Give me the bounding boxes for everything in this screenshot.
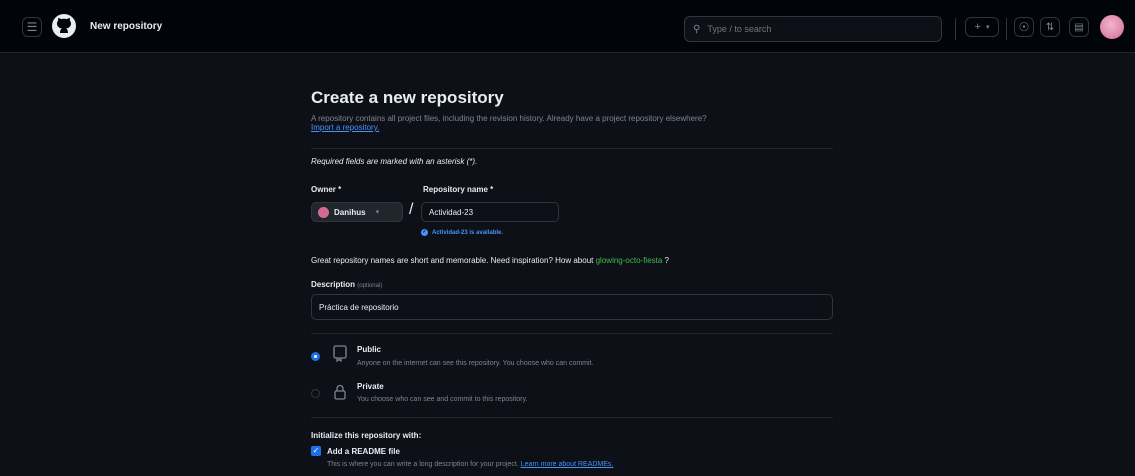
- page-title: New repository: [90, 21, 163, 32]
- public-radio[interactable]: [311, 352, 320, 361]
- private-description: You choose who can see and commit to thi…: [357, 396, 528, 403]
- repository-name-input[interactable]: [421, 202, 559, 222]
- inspiration-suffix: ?: [664, 256, 669, 265]
- readme-checkbox[interactable]: ✓: [311, 446, 321, 456]
- lock-icon: [334, 384, 346, 400]
- hamburger-icon: ☰: [26, 20, 38, 34]
- chevron-down-icon: ▾: [375, 209, 380, 216]
- owner-value: Danihus: [334, 207, 366, 217]
- divider: [311, 417, 833, 418]
- owner-select[interactable]: Danihus ▾: [311, 202, 403, 222]
- description-input[interactable]: [311, 294, 833, 320]
- create-new-button[interactable]: + ▾: [965, 17, 999, 37]
- divider: [311, 333, 833, 334]
- header-divider: [955, 18, 956, 40]
- owner-avatar: [318, 206, 329, 218]
- readme-learn-more-link[interactable]: Learn more about READMEs.: [521, 461, 614, 468]
- public-description: Anyone on the internet can see this repo…: [357, 360, 594, 367]
- repository-name-label: Repository name *: [423, 185, 494, 194]
- notifications-button[interactable]: ▤: [1069, 17, 1089, 37]
- menu-button[interactable]: ☰: [22, 17, 42, 37]
- search-input[interactable]: [705, 23, 910, 35]
- required-fields-note: Required fields are marked with an aster…: [311, 157, 478, 166]
- readme-description: This is where you can write a long descr…: [327, 461, 613, 468]
- issue-opened-icon: ☉: [1018, 20, 1030, 34]
- private-label: Private: [357, 382, 384, 391]
- public-label: Public: [357, 345, 382, 354]
- pull-requests-button[interactable]: ⇅: [1040, 17, 1060, 37]
- issues-button[interactable]: ☉: [1014, 17, 1034, 37]
- search-icon: ⚲: [693, 23, 701, 35]
- plus-icon: +: [974, 21, 981, 33]
- optional-tag: (optional): [357, 283, 383, 289]
- divider: [311, 148, 833, 149]
- search-box[interactable]: ⚲: [684, 16, 942, 42]
- header-divider: [1006, 18, 1007, 40]
- readme-description-text: This is where you can write a long descr…: [327, 461, 519, 468]
- git-pull-request-icon: ⇅: [1045, 21, 1055, 33]
- form-description: A repository contains all project files,…: [311, 114, 831, 132]
- owner-label: Owner *: [311, 185, 342, 194]
- top-navigation-bar: ☰ New repository ⚲ + ▾ ☉ ⇅ ▤: [0, 0, 1135, 53]
- availability-message: ✓ Actividad-23 is available.: [421, 229, 503, 236]
- chevron-down-icon: ▾: [985, 24, 990, 31]
- inbox-icon: ▤: [1074, 21, 1084, 33]
- user-avatar[interactable]: [1100, 15, 1124, 39]
- description-text: A repository contains all project files,…: [311, 114, 707, 123]
- description-label-text: Description: [311, 280, 356, 289]
- github-logo-icon: [52, 14, 76, 38]
- suggested-name-link[interactable]: glowing-octo-fiesta: [596, 256, 663, 265]
- inspiration-text: Great repository names are short and mem…: [311, 256, 594, 265]
- description-label: Description (optional): [311, 280, 382, 289]
- check-circle-icon: ✓: [421, 229, 428, 236]
- private-radio[interactable]: [311, 389, 320, 398]
- import-repository-link[interactable]: Import a repository.: [311, 123, 379, 132]
- slash-separator: /: [409, 201, 414, 218]
- initialize-heading: Initialize this repository with:: [311, 431, 422, 440]
- name-inspiration: Great repository names are short and mem…: [311, 256, 669, 265]
- readme-label: Add a README file: [327, 447, 400, 456]
- availability-text: Actividad-23 is available.: [432, 229, 504, 236]
- form-heading: Create a new repository: [311, 88, 504, 107]
- repo-icon: [333, 345, 347, 362]
